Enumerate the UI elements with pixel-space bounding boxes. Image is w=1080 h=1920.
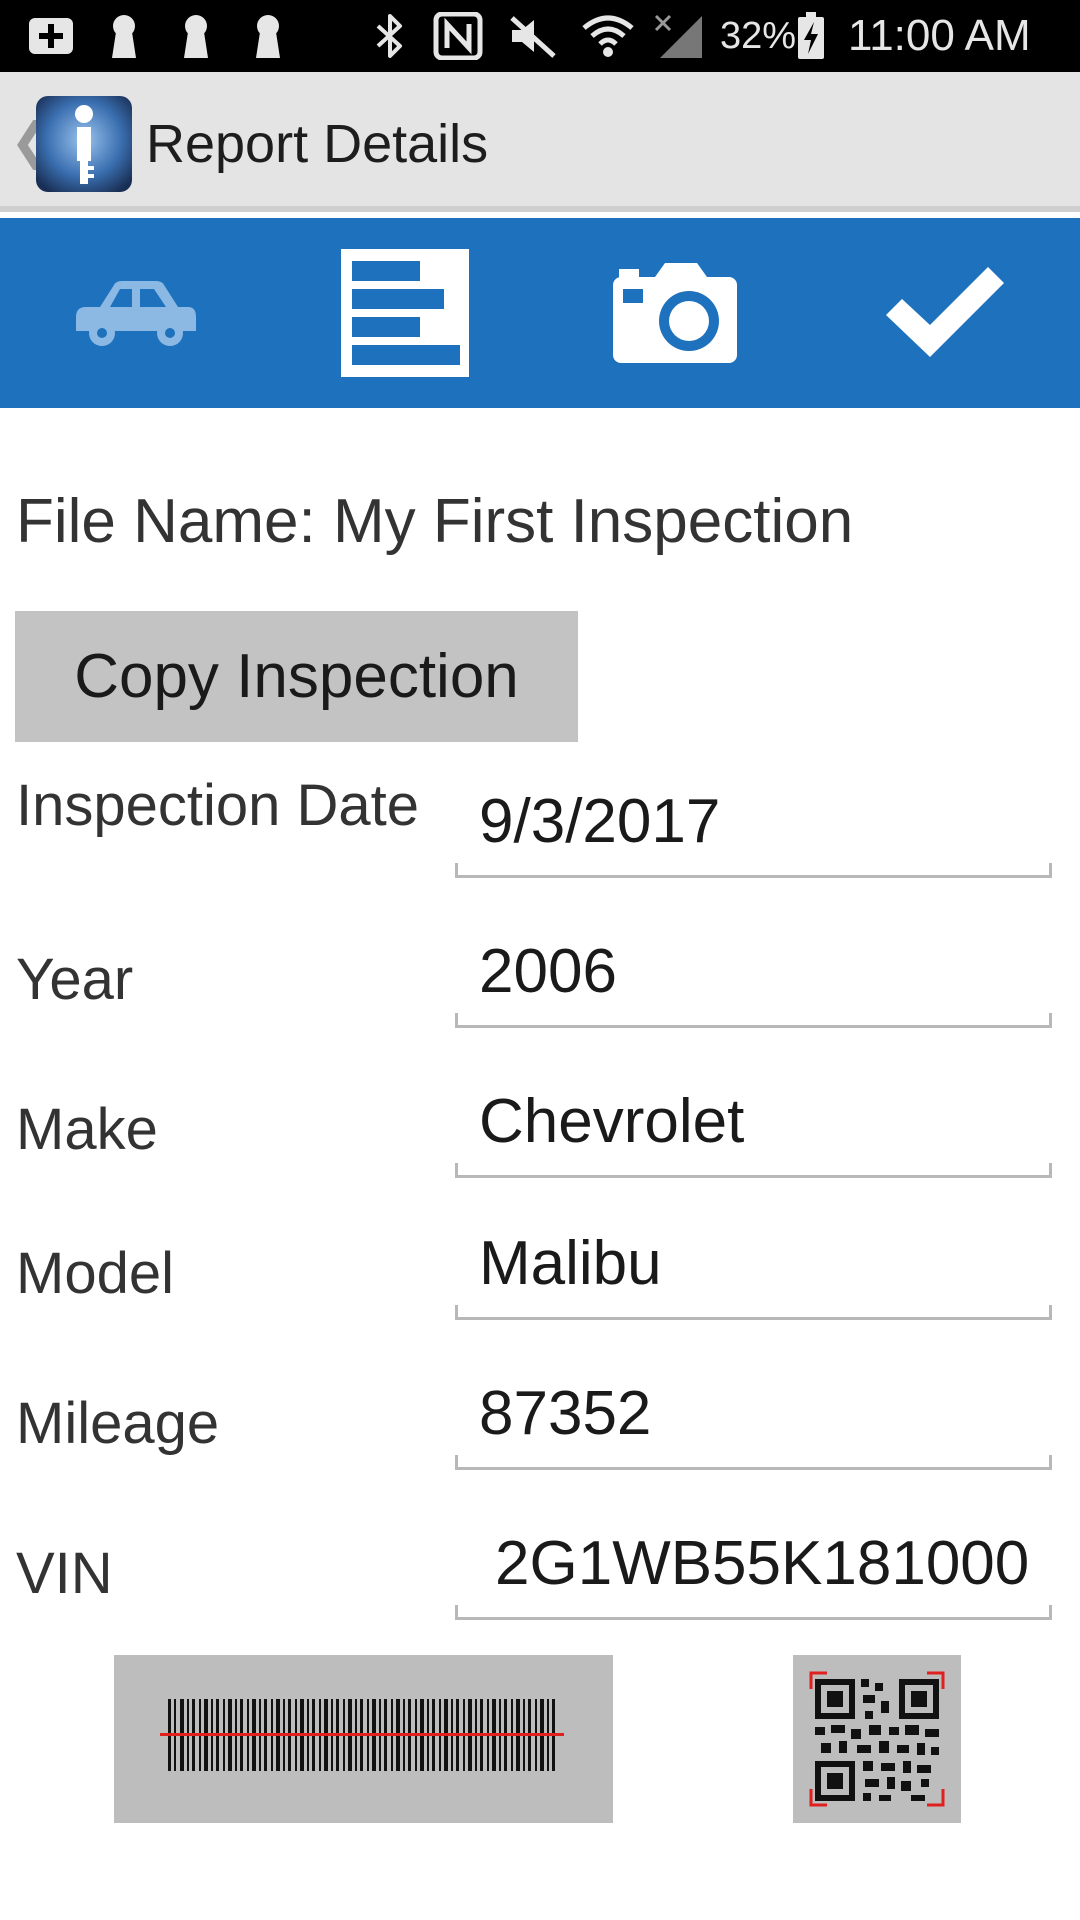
qr-scan-button[interactable] [793, 1655, 961, 1823]
field-label-make: Make [16, 1097, 158, 1162]
field-label-year: Year [16, 947, 134, 1012]
field-label-model: Model [16, 1241, 174, 1306]
field-label-vin: VIN [16, 1541, 113, 1606]
keyhole-icon [112, 15, 136, 58]
screen-title: Report Details [146, 114, 489, 174]
vin-value: 2G1WB55K181000 [495, 1529, 1030, 1598]
nfc-icon [433, 12, 483, 60]
inspection-date-value: 9/3/2017 [479, 787, 721, 856]
make-value: Chevrolet [479, 1087, 745, 1156]
wifi-icon [582, 15, 634, 57]
vibrate-mute-icon [510, 16, 556, 58]
bluetooth-icon [376, 14, 402, 58]
barcode-scan-button[interactable] [114, 1655, 613, 1823]
make-field[interactable]: Chevrolet [455, 1078, 1052, 1178]
mileage-field[interactable]: 87352 [455, 1370, 1052, 1470]
year-value: 2006 [479, 937, 617, 1006]
copy-inspection-button[interactable]: Copy Inspection [15, 611, 578, 742]
barcode-scan-icon [160, 1699, 564, 1771]
tab-finish[interactable] [810, 218, 1080, 408]
camera-icon [613, 263, 737, 363]
tab-vehicle[interactable] [0, 218, 270, 408]
info-key-app-icon[interactable] [36, 96, 132, 192]
checkmark-icon [886, 267, 1004, 357]
field-label-mileage: Mileage [16, 1391, 220, 1456]
action-bar: ❮ Report Details [0, 72, 1080, 212]
toolbar [0, 218, 1080, 408]
field-label-inspection-date: Inspection Date [16, 773, 420, 838]
report-list-icon [341, 249, 469, 377]
model-value: Malibu [479, 1229, 662, 1298]
inspection-date-field[interactable]: 9/3/2017 [455, 778, 1052, 878]
keyhole-icon [256, 15, 280, 58]
car-icon [76, 281, 196, 346]
tab-photos[interactable] [540, 218, 810, 408]
mileage-value: 87352 [479, 1379, 652, 1448]
status-time: 11:00 AM [848, 11, 1031, 60]
add-notification-icon [29, 18, 73, 54]
file-name-label: File Name: My First Inspection [16, 487, 854, 556]
signal-icon [654, 14, 702, 58]
tab-report[interactable] [270, 218, 540, 408]
qr-scan-icon [809, 1671, 945, 1807]
battery-percent: 32% [720, 15, 797, 57]
model-field[interactable]: Malibu [455, 1220, 1052, 1320]
keyhole-icon [184, 15, 208, 58]
year-field[interactable]: 2006 [455, 928, 1052, 1028]
vin-field[interactable]: 2G1WB55K181000 [455, 1520, 1052, 1620]
battery-charging-icon [798, 12, 824, 59]
status-bar: 32% 11:00 AM [0, 0, 1080, 72]
